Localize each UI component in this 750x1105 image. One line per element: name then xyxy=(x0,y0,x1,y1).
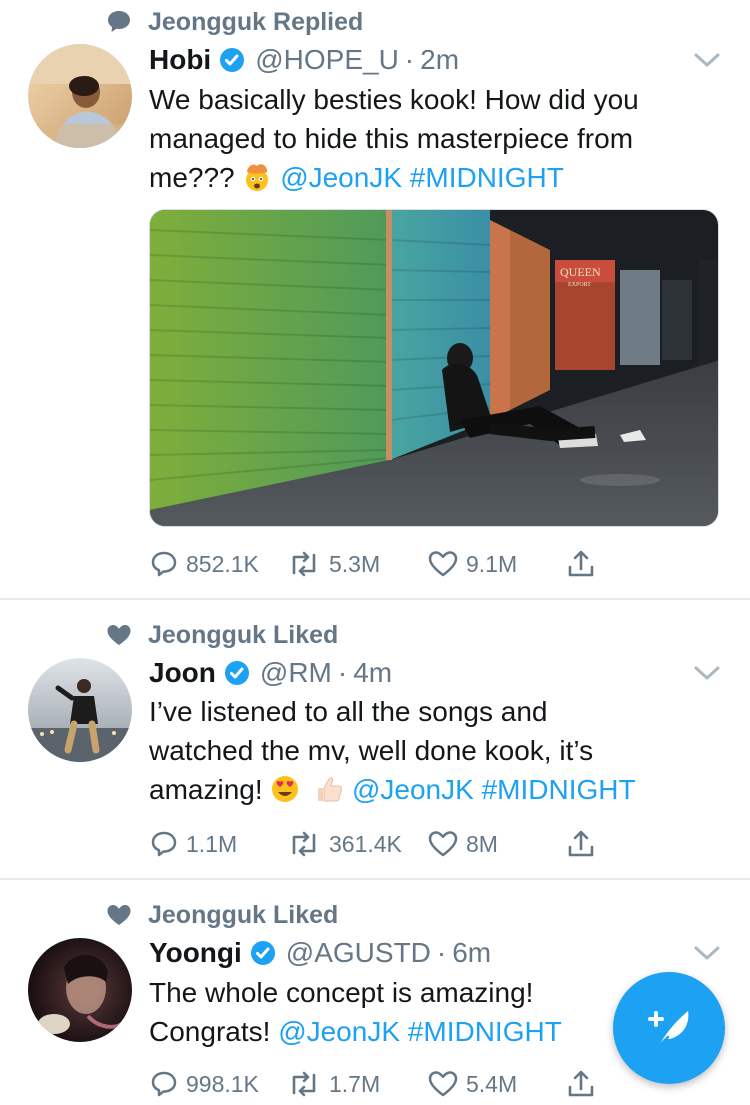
handle[interactable]: @HOPE_U xyxy=(255,44,399,76)
share-button[interactable] xyxy=(565,826,604,862)
thumbs-up-emoji xyxy=(314,774,344,804)
retweet-button[interactable]: 5.3M xyxy=(286,546,380,582)
like-button[interactable]: 8M xyxy=(427,826,498,862)
reply-count: 1.1M xyxy=(186,830,238,857)
separator-dot: · xyxy=(404,44,415,75)
social-context: Jeongguk Liked xyxy=(104,620,338,650)
reply-button[interactable]: 1.1M xyxy=(149,826,237,862)
compose-feather-icon xyxy=(648,1011,689,1049)
context-label: Jeongguk Liked xyxy=(148,620,339,649)
hashtag-link[interactable]: #MIDNIGHT xyxy=(410,162,564,193)
tweet-actions: 852.1K 5.3M 9.1M xyxy=(149,546,609,582)
share-button[interactable] xyxy=(565,546,604,582)
verified-badge-icon xyxy=(224,660,250,686)
tweet-header: Hobi @HOPE_U · 2m xyxy=(149,42,459,78)
speech-bubble-icon xyxy=(104,7,134,37)
tweet-image[interactable]: QUEEN EXPORT xyxy=(149,209,719,527)
heart-icon xyxy=(104,900,134,930)
shop-sign-sub: EXPORT xyxy=(568,282,591,288)
tweet-text-line: me??? xyxy=(149,162,235,193)
retweet-button[interactable]: 1.7M xyxy=(286,1066,380,1102)
chevron-down-icon[interactable] xyxy=(692,663,722,683)
reply-icon xyxy=(151,831,177,857)
timestamp[interactable]: 2m xyxy=(420,44,459,76)
shop-sign: QUEEN xyxy=(560,265,601,279)
heart-outline-icon xyxy=(428,831,458,857)
reply-count: 852.1K xyxy=(186,550,259,577)
mention-link[interactable]: @JeonJK xyxy=(352,774,474,805)
verified-badge-icon xyxy=(250,940,276,966)
tweet-text-line: I’ve listened to all the songs and xyxy=(149,696,548,727)
reply-count: 998.1K xyxy=(186,1070,259,1097)
tweet-header: Joon @RM · 4m xyxy=(149,655,392,691)
tweet-1[interactable]: Jeongguk Replied Hobi @HOPE_U · 2m We ba… xyxy=(0,0,750,598)
retweet-count: 5.3M xyxy=(329,550,381,577)
retweet-icon xyxy=(292,551,316,577)
tweet-text-line: watched the mv, well done kook, it’s xyxy=(149,735,594,766)
display-name[interactable]: Joon xyxy=(149,657,216,689)
heart-outline-icon xyxy=(428,1071,458,1097)
exploding-head-emoji xyxy=(242,162,272,192)
tweet-actions: 1.1M 361.4K 8M xyxy=(149,826,609,862)
tweet-text-line: We basically besties kook! How did you xyxy=(149,84,639,115)
share-icon xyxy=(568,1070,594,1097)
timestamp[interactable]: 4m xyxy=(353,657,392,689)
tweet-text-line: amazing! xyxy=(149,774,263,805)
avatar[interactable] xyxy=(28,44,132,148)
separator-dot: · xyxy=(436,937,447,968)
reply-button[interactable]: 852.1K xyxy=(149,546,259,582)
context-label: Jeongguk Liked xyxy=(148,900,339,929)
social-context: Jeongguk Replied xyxy=(104,7,363,37)
hashtag-link[interactable]: #MIDNIGHT xyxy=(482,774,636,805)
chevron-down-icon[interactable] xyxy=(692,50,722,70)
verified-badge-icon xyxy=(219,47,245,73)
heart-eyes-emoji xyxy=(270,774,300,804)
tweet-text-line: Congrats! xyxy=(149,1016,271,1047)
like-button[interactable]: 5.4M xyxy=(427,1066,517,1102)
reply-button[interactable]: 998.1K xyxy=(149,1066,259,1102)
retweet-icon xyxy=(292,1071,316,1097)
tweet-text-line: managed to hide this masterpiece from xyxy=(149,123,634,154)
retweet-icon xyxy=(292,831,316,857)
retweet-count: 1.7M xyxy=(329,1070,381,1097)
retweet-count: 361.4K xyxy=(329,830,402,857)
separator-dot: · xyxy=(337,657,348,688)
reply-icon xyxy=(151,1071,177,1097)
tweet-text: We basically besties kook! How did you m… xyxy=(149,80,729,197)
mention-link[interactable]: @JeonJK xyxy=(280,162,402,193)
tweet-actions: 998.1K 1.7M 5.4M xyxy=(149,1066,609,1102)
share-icon xyxy=(568,830,594,857)
hashtag-link[interactable]: #MIDNIGHT xyxy=(408,1016,562,1047)
tweet-header: Yoongi @AGUSTD · 6m xyxy=(149,935,491,971)
social-context: Jeongguk Liked xyxy=(104,900,338,930)
compose-tweet-button[interactable] xyxy=(613,972,725,1084)
tweet-text: I’ve listened to all the songs and watch… xyxy=(149,692,729,809)
chevron-down-icon[interactable] xyxy=(692,943,722,963)
reply-icon xyxy=(151,551,177,577)
share-button[interactable] xyxy=(565,1066,604,1102)
like-count: 9.1M xyxy=(466,550,518,577)
like-button[interactable]: 9.1M xyxy=(427,546,517,582)
handle[interactable]: @RM xyxy=(260,657,332,689)
mention-link[interactable]: @JeonJK xyxy=(278,1016,400,1047)
retweet-button[interactable]: 361.4K xyxy=(286,826,402,862)
display-name[interactable]: Yoongi xyxy=(149,937,242,969)
share-icon xyxy=(568,550,594,577)
avatar[interactable] xyxy=(28,658,132,762)
heart-outline-icon xyxy=(428,551,458,577)
avatar[interactable] xyxy=(28,938,132,1042)
timestamp[interactable]: 6m xyxy=(452,937,491,969)
display-name[interactable]: Hobi xyxy=(149,44,211,76)
like-count: 8M xyxy=(466,830,498,857)
context-label: Jeongguk Replied xyxy=(148,7,364,36)
tweet-2[interactable]: Jeongguk Liked Joon @RM · 4m I’ve listen… xyxy=(0,600,750,878)
heart-icon xyxy=(104,620,134,650)
like-count: 5.4M xyxy=(466,1070,518,1097)
handle[interactable]: @AGUSTD xyxy=(286,937,431,969)
